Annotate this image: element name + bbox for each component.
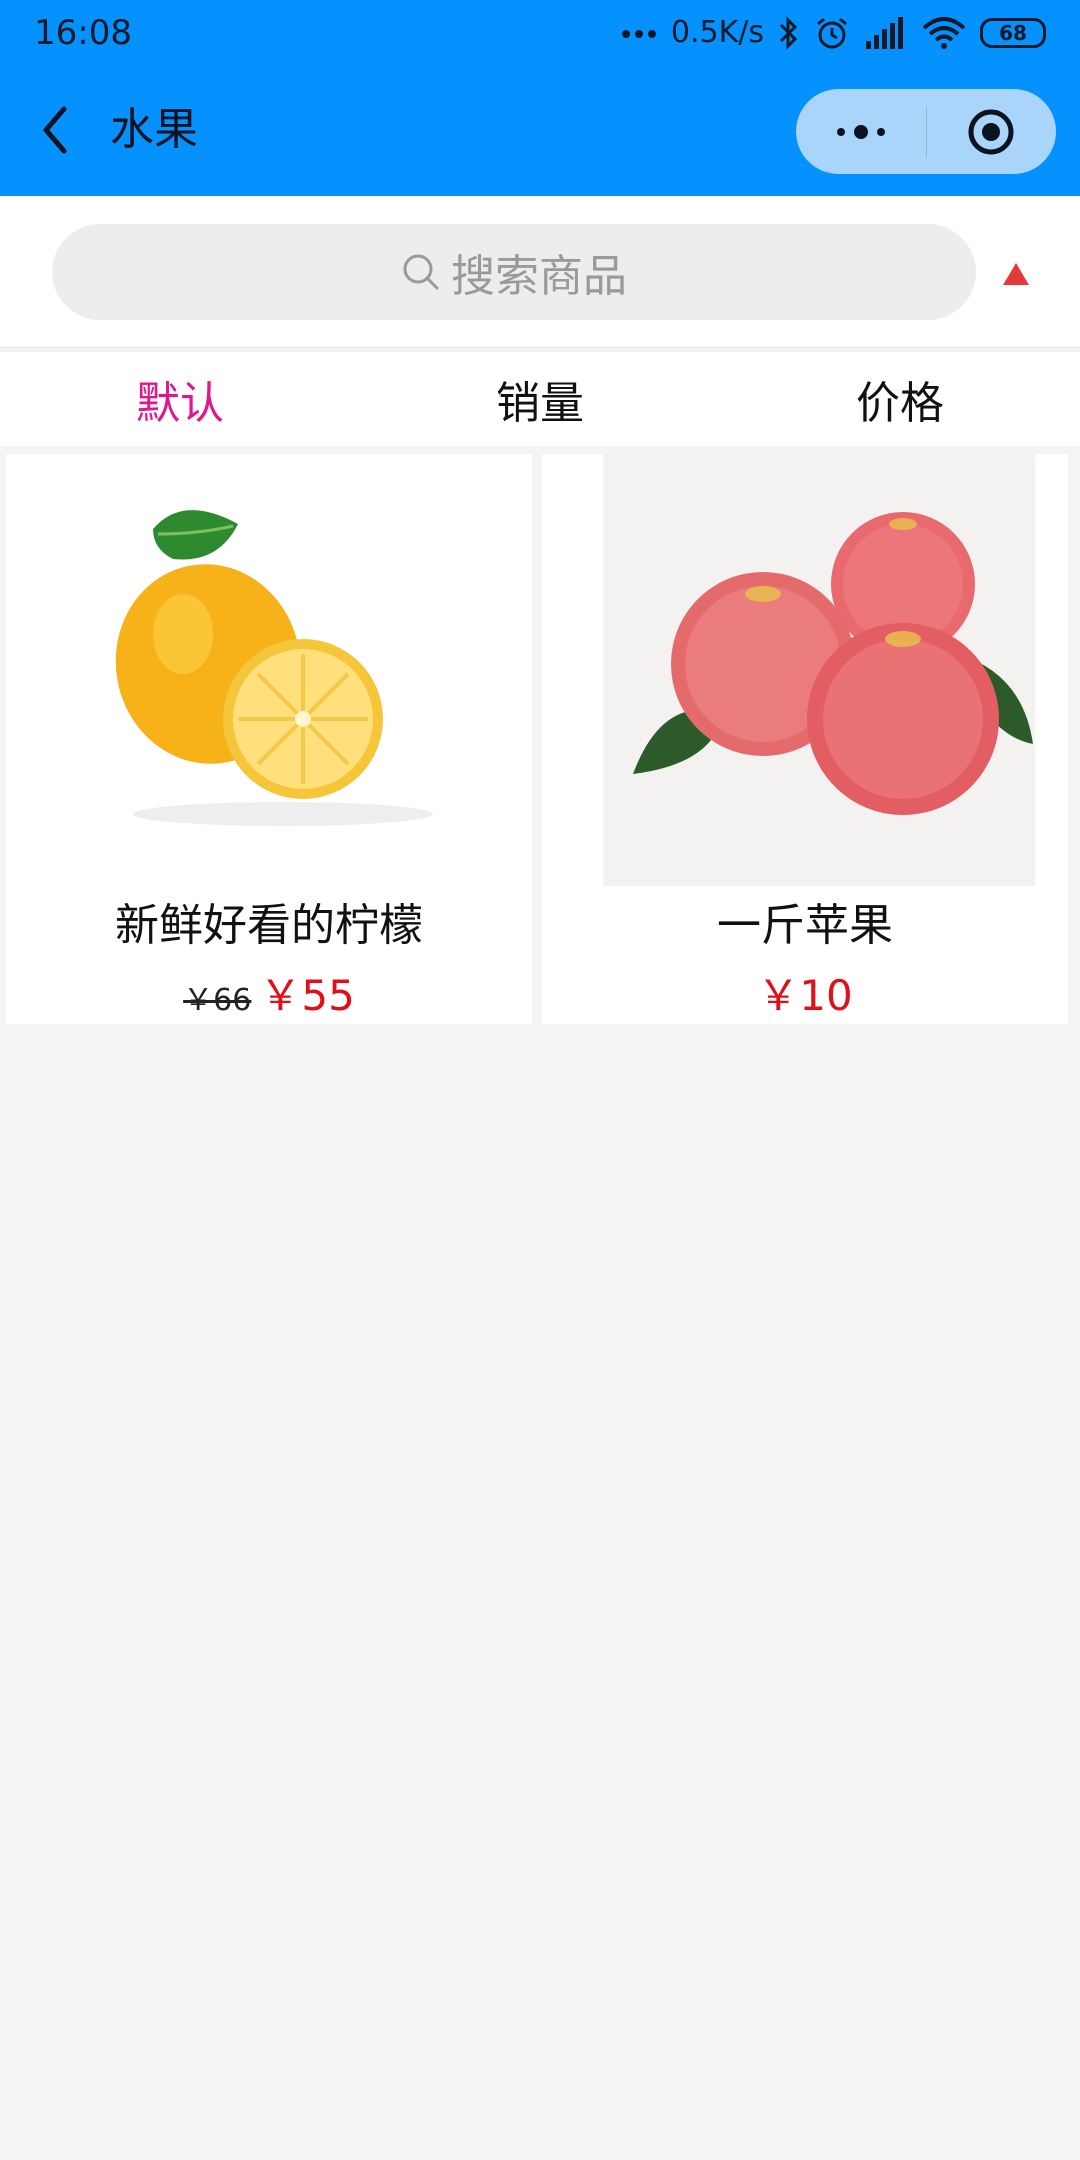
product-name: 新鲜好看的柠檬 (115, 900, 423, 951)
search-area: 搜索商品 (0, 196, 1080, 348)
battery-icon: 68 (980, 18, 1046, 48)
product-card[interactable]: 新鲜好看的柠檬 ￥66 ￥55 (6, 454, 532, 1024)
status-time: 16:08 (34, 13, 132, 53)
apples-image (603, 454, 1035, 886)
back-button[interactable] (28, 98, 82, 162)
network-speed: 0.5K/s (670, 15, 764, 50)
product-card[interactable]: 一斤苹果 ￥10 (542, 454, 1068, 1024)
sort-tabs: 默认 销量 价格 (0, 352, 1080, 446)
tab-default[interactable]: 默认 (0, 352, 360, 446)
home-target-icon (968, 109, 1014, 154)
price-row: ￥66 ￥55 (6, 962, 532, 1023)
wifi-icon (922, 17, 966, 49)
sale-price: ￥10 (757, 971, 853, 1020)
chevron-left-icon (43, 106, 67, 154)
more-button[interactable] (796, 89, 926, 174)
bluetooth-icon (779, 16, 798, 50)
signal-icon (866, 17, 903, 49)
original-price: ￥66 (183, 983, 252, 1018)
product-image-apples[interactable] (603, 454, 1035, 886)
nav-bar: 水果 (0, 66, 1080, 196)
sale-price: ￥55 (259, 971, 355, 1020)
dots-icon (621, 30, 656, 38)
sort-toggle-button[interactable] (1000, 254, 1032, 294)
top-bar: 16:08 0.5K/s 68 水果 (0, 0, 1080, 196)
product-name: 一斤苹果 (717, 900, 893, 951)
search-placeholder: 搜索商品 (451, 251, 627, 302)
battery-level: 68 (999, 21, 1027, 45)
close-mini-program-button[interactable] (927, 89, 1057, 174)
search-icon (403, 254, 439, 290)
status-icons: 0.5K/s 68 (621, 12, 1046, 54)
tab-price[interactable]: 价格 (720, 352, 1080, 446)
mini-program-capsule (796, 89, 1056, 174)
search-input[interactable]: 搜索商品 (52, 224, 976, 320)
alarm-icon (817, 17, 847, 49)
page-title: 水果 (110, 104, 198, 155)
status-bar: 16:08 0.5K/s 68 (0, 0, 1080, 66)
lemon-image (115, 510, 433, 826)
triangle-up-icon (1003, 263, 1029, 285)
tab-sales[interactable]: 销量 (360, 352, 720, 446)
more-dots-icon (836, 124, 885, 139)
price-row: ￥10 (542, 962, 1068, 1023)
product-image-lemon[interactable] (53, 454, 485, 886)
